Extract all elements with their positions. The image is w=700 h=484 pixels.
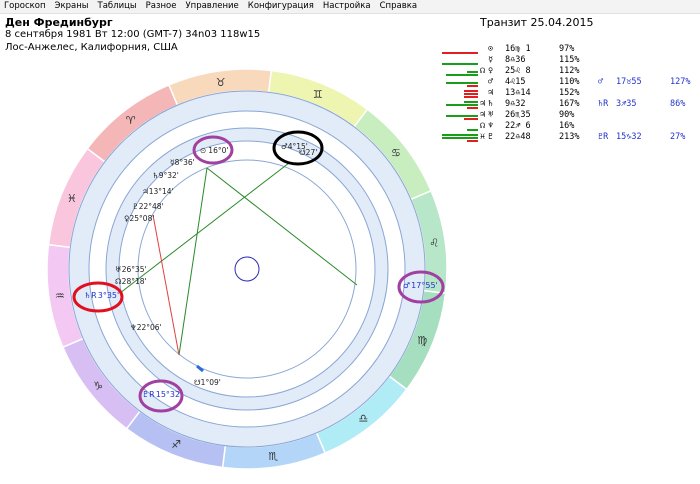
node-label: ☊28°18'	[115, 277, 147, 286]
uranus-label: ♅26°35'	[115, 265, 147, 274]
pluto-label: ♇22°48'	[132, 202, 164, 211]
zodiac-sign-icon: ♒	[55, 289, 65, 302]
jupiter-label: ♃13°14'	[142, 187, 174, 196]
zodiac-sign-icon: ♍	[417, 334, 427, 347]
transit-pluto-label: ♇R15°32'	[142, 390, 182, 399]
zodiac-sign-icon: ♊	[313, 88, 323, 101]
node-minutes-label: ☋27'	[299, 148, 317, 157]
horoscope-wheel: ♈ ♉ ♊ ♋ ♌ ♍ ♎ ♏ ♐ ♑ ♒ ♓ ⊙ 16°0' ☿8°36' ♄9°32' ♃13°14…	[46, 68, 448, 470]
transit-mars-label: ♂17°55'	[403, 281, 438, 290]
venus-label: ♀25°08'	[124, 214, 154, 223]
saturn-label: ♄9°32'	[152, 171, 179, 180]
zodiac-sign-icon: ♋	[391, 147, 401, 160]
zodiac-sign-icon: ♌	[429, 237, 439, 250]
zodiac-sign-icon: ♏	[268, 450, 278, 463]
zodiac-sign-icon: ♉	[216, 76, 226, 89]
zodiac-sign-icon: ♐	[171, 438, 181, 451]
neptune-label: ♆22°06'	[130, 323, 162, 332]
zodiac-sign-icon: ♈	[126, 114, 136, 127]
transit-saturn-label: ♄R3°35'	[84, 291, 119, 300]
zodiac-sign-icon: ♑	[93, 379, 103, 392]
sun-label: ⊙ 16°0'	[200, 146, 228, 155]
south-node-label: ☋1°09'	[194, 378, 221, 387]
zodiac-sign-icon: ♓	[67, 192, 77, 205]
zodiac-sign-icon: ♎	[358, 412, 368, 425]
mercury-label: ☿8°36'	[170, 158, 195, 167]
